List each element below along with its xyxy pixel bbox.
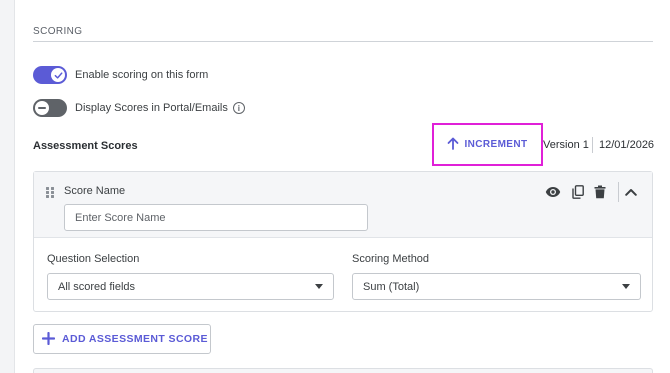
eye-icon[interactable] [545, 184, 561, 200]
question-selection-value: All scored fields [58, 280, 136, 293]
version-date: 12/01/2026 [599, 139, 655, 151]
increment-button[interactable]: INCREMENT [432, 123, 543, 166]
chevron-down-icon [315, 284, 323, 289]
increment-label: INCREMENT [464, 139, 528, 150]
add-assessment-score-button[interactable]: ADD ASSESSMENT SCORE [33, 324, 211, 354]
score-card-header: Score Name [34, 172, 652, 238]
display-scores-toggle[interactable] [33, 99, 67, 117]
info-icon[interactable]: i [232, 102, 245, 114]
display-scores-label: Display Scores in Portal/Emails [75, 102, 228, 114]
next-card-edge [33, 368, 653, 373]
enable-scoring-label: Enable scoring on this form [75, 69, 209, 81]
trash-icon[interactable] [592, 184, 608, 200]
version-label: Version 1 [543, 139, 589, 151]
drag-handle-icon[interactable] [46, 187, 54, 198]
version-divider [592, 137, 593, 153]
scoring-method-label: Scoring Method [352, 253, 430, 265]
left-frame [0, 0, 15, 373]
enable-scoring-toggle[interactable] [33, 66, 67, 84]
enable-scoring-row: Enable scoring on this form [33, 66, 208, 84]
chevron-down-icon [622, 284, 630, 289]
assessment-scores-title: Assessment Scores [33, 140, 138, 152]
question-selection-dropdown[interactable]: All scored fields [47, 273, 334, 300]
check-icon [51, 68, 65, 82]
copy-icon[interactable] [570, 184, 586, 200]
plus-icon [41, 330, 56, 348]
question-selection-label: Question Selection [47, 253, 140, 265]
score-card: Score Name Question Selection All scored… [33, 171, 653, 312]
arrow-up-icon [447, 137, 459, 153]
section-title: SCORING [33, 26, 83, 37]
chevron-up-icon[interactable] [623, 184, 639, 200]
minus-icon [35, 101, 49, 115]
score-name-label: Score Name [64, 185, 126, 197]
add-assessment-score-label: ADD ASSESSMENT SCORE [62, 333, 208, 345]
section-divider [33, 41, 653, 42]
score-name-input[interactable] [64, 204, 368, 231]
display-scores-row: Display Scores in Portal/Emails i [33, 99, 245, 117]
scoring-method-value: Sum (Total) [363, 280, 420, 293]
actions-divider [618, 182, 619, 202]
scoring-method-dropdown[interactable]: Sum (Total) [352, 273, 641, 300]
